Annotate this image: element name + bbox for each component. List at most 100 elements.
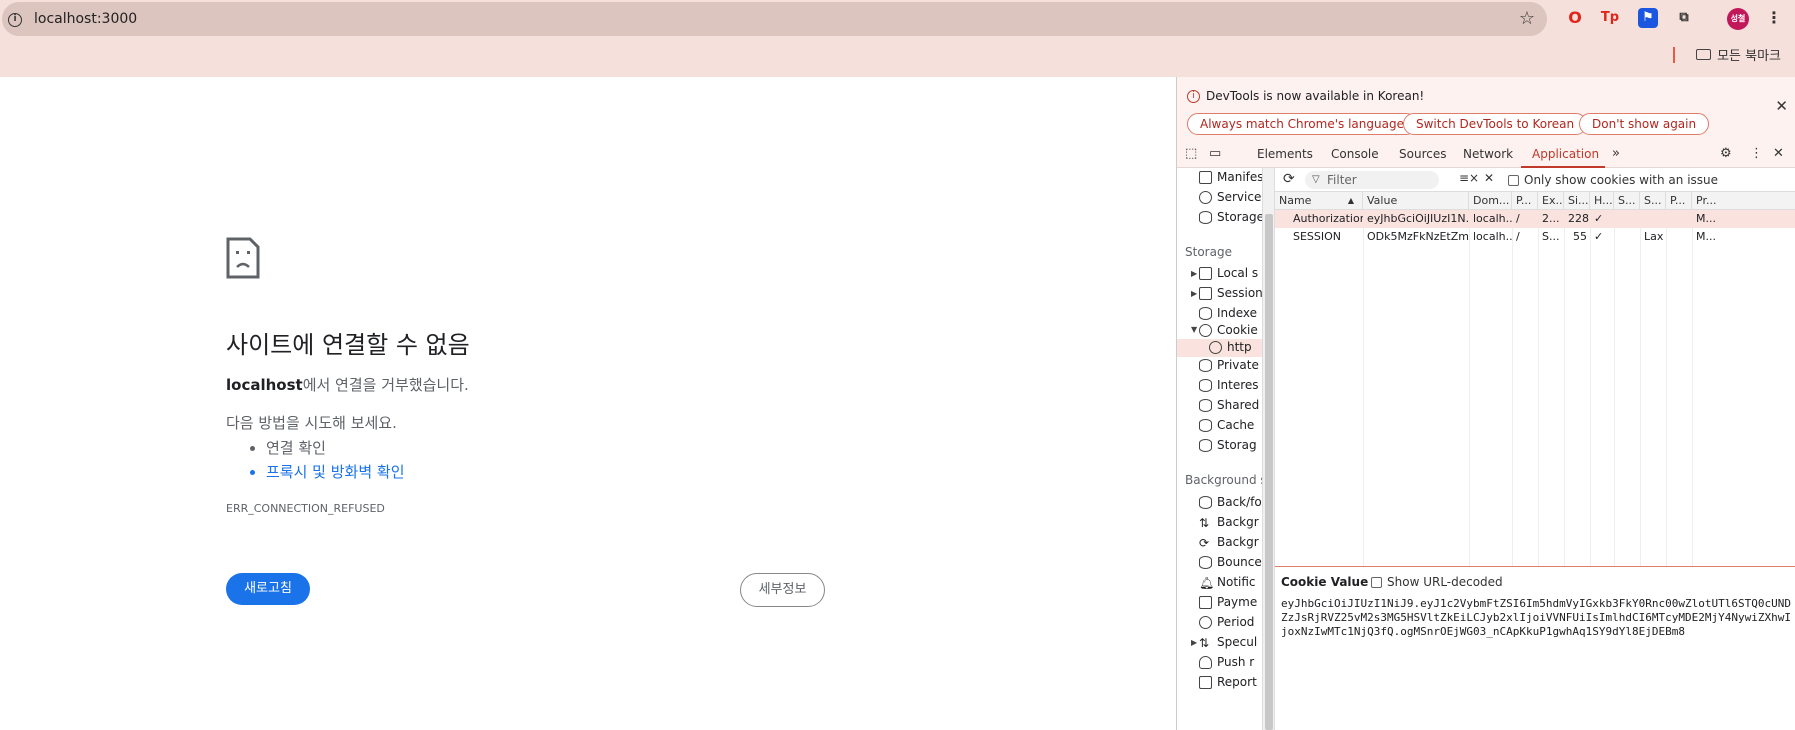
details-button[interactable]: 세부정보 bbox=[740, 573, 825, 607]
cookie-value-text[interactable]: eyJhbGciOiJIUzI1NiJ9.eyJ1c2VybmFtZSI6Im5… bbox=[1281, 597, 1791, 639]
sidebar-item-background-sync[interactable]: ⟳ Backgr bbox=[1199, 535, 1259, 550]
clear-filtered-icon[interactable]: ≡× bbox=[1459, 171, 1479, 185]
suggestion-check-proxy-link[interactable]: 프록시 및 방화벽 확인 bbox=[266, 460, 405, 484]
cell-secure bbox=[1614, 210, 1640, 228]
flag-extension-icon[interactable]: ⚑ bbox=[1638, 8, 1658, 28]
sidebar-item-speculative-loads[interactable]: ⇅ Specul bbox=[1199, 635, 1257, 650]
grid-divider bbox=[1469, 210, 1470, 566]
scrollbar-thumb[interactable] bbox=[1265, 214, 1273, 730]
cell-size: 55 bbox=[1573, 230, 1587, 243]
cookies-toolbar: ⟳ ▽ Filter ≡× ✕ Only show cookies with a… bbox=[1275, 168, 1795, 192]
sidebar-item-session-storage[interactable]: Session bbox=[1199, 286, 1262, 300]
filter-input[interactable]: ▽ Filter bbox=[1305, 171, 1439, 189]
sidebar-item-bounce-tracking[interactable]: Bounce bbox=[1199, 555, 1262, 569]
cell-priority: M... bbox=[1696, 230, 1716, 243]
devtools-menu-icon[interactable]: ⋮ bbox=[1750, 146, 1763, 161]
background-services-heading: Background s bbox=[1185, 473, 1263, 487]
more-tabs-icon[interactable]: » bbox=[1612, 146, 1620, 161]
sidebar-item-periodic-sync[interactable]: Period bbox=[1199, 615, 1254, 629]
sidebar-item-interest-groups[interactable]: Interes bbox=[1199, 378, 1259, 392]
cell-expires: S... bbox=[1542, 230, 1560, 243]
table-row[interactable]: SESSION ODk5MzFkNzEtZm... localh... / S.… bbox=[1275, 228, 1795, 246]
error-page bbox=[0, 77, 1176, 730]
inspect-element-icon[interactable]: ⬚ bbox=[1185, 146, 1197, 161]
expand-arrow-icon[interactable]: ▶ bbox=[1191, 289, 1197, 298]
close-notice-icon[interactable]: ✕ bbox=[1775, 97, 1788, 115]
sidebar-item-private-state[interactable]: Private bbox=[1199, 358, 1259, 372]
device-toolbar-icon[interactable]: ▭ bbox=[1209, 146, 1221, 161]
suggestion-list: 연결 확인 프록시 및 방화벽 확인 bbox=[266, 436, 405, 484]
match-language-button[interactable]: Always match Chrome's language bbox=[1187, 113, 1417, 135]
col-name[interactable]: Name ▲ bbox=[1275, 192, 1363, 209]
sidebar-item-payment-handler[interactable]: Payme bbox=[1199, 595, 1257, 609]
sidebar-item-service-workers[interactable]: Service bbox=[1199, 190, 1261, 204]
sidebar-item-cookie-origin[interactable]: http bbox=[1209, 340, 1252, 354]
checkbox-box[interactable] bbox=[1508, 174, 1519, 186]
cell-path: / bbox=[1516, 212, 1520, 225]
col-secure[interactable]: S... bbox=[1614, 192, 1640, 209]
collapse-arrow-icon[interactable]: ▼ bbox=[1191, 325, 1197, 334]
col-path[interactable]: P... bbox=[1512, 192, 1538, 209]
tab-application[interactable]: Application bbox=[1532, 147, 1599, 161]
sidebar-item-storage-buckets[interactable]: Storag bbox=[1199, 438, 1257, 452]
sidebar-item-cookies[interactable]: Cookie bbox=[1199, 323, 1258, 337]
expand-arrow-icon[interactable]: ▶ bbox=[1191, 269, 1197, 278]
storage-heading: Storage bbox=[1185, 245, 1232, 259]
sidebar-item-manifest[interactable]: Manifest bbox=[1199, 170, 1262, 184]
checkbox-box[interactable] bbox=[1371, 576, 1382, 588]
sidebar-item-local-storage[interactable]: Local s bbox=[1199, 266, 1258, 280]
tab-console[interactable]: Console bbox=[1331, 147, 1379, 161]
sidebar-scrollbar[interactable] bbox=[1263, 168, 1275, 730]
col-expires[interactable]: Ex... bbox=[1538, 192, 1564, 209]
language-notice: i DevTools is now available in Korean! A… bbox=[1177, 77, 1795, 140]
grid-divider bbox=[1512, 210, 1513, 566]
close-devtools-icon[interactable]: ✕ bbox=[1773, 146, 1784, 161]
url-text[interactable]: localhost:3000 bbox=[34, 11, 137, 27]
col-httponly[interactable]: H... bbox=[1590, 192, 1614, 209]
dont-show-button[interactable]: Don't show again bbox=[1579, 113, 1710, 135]
bookmark-star-icon[interactable]: ☆ bbox=[1519, 8, 1535, 29]
col-size[interactable]: Si... bbox=[1564, 192, 1590, 209]
all-bookmarks-button[interactable]: 모든 북마크 bbox=[1696, 45, 1781, 64]
profile-avatar[interactable]: 성철 bbox=[1727, 8, 1749, 30]
col-partition[interactable]: P... bbox=[1666, 192, 1692, 209]
browser-menu-icon[interactable]: ⋮ bbox=[1764, 8, 1784, 28]
sidebar-item-shared-storage[interactable]: Shared bbox=[1199, 398, 1259, 412]
opera-extension-icon[interactable]: O bbox=[1565, 8, 1585, 28]
try-heading: 다음 방법을 시도해 보세요. bbox=[226, 414, 397, 432]
extensions-puzzle-icon[interactable]: ⧉ bbox=[1674, 8, 1694, 28]
col-samesite[interactable]: S... bbox=[1640, 192, 1666, 209]
site-info-icon[interactable]: i bbox=[8, 13, 22, 27]
col-value[interactable]: Value bbox=[1363, 192, 1469, 209]
only-issue-checkbox[interactable]: Only show cookies with an issue bbox=[1508, 173, 1718, 187]
sidebar-item-storage-top[interactable]: Storage bbox=[1199, 210, 1262, 224]
cookie-icon bbox=[1209, 340, 1222, 354]
cell-expires: 2... bbox=[1542, 212, 1560, 225]
cookie-value-label: Cookie Value bbox=[1281, 575, 1369, 589]
delete-selected-icon[interactable]: ✕ bbox=[1484, 171, 1494, 185]
tp-extension-icon[interactable]: Tp bbox=[1600, 8, 1620, 28]
sidebar-item-background-fetch[interactable]: ⇅ Backgr bbox=[1199, 515, 1259, 530]
tab-network[interactable]: Network bbox=[1463, 147, 1513, 161]
sidebar-item-indexeddb[interactable]: Indexe bbox=[1199, 306, 1257, 320]
sidebar-item-reporting-api[interactable]: Report bbox=[1199, 675, 1257, 689]
show-url-decoded-checkbox[interactable]: Show URL-decoded bbox=[1371, 575, 1503, 589]
switch-korean-button[interactable]: Switch DevTools to Korean bbox=[1403, 113, 1588, 135]
sidebar-item-back-forward-cache[interactable]: Back/fo bbox=[1199, 495, 1262, 509]
settings-gear-icon[interactable]: ⚙ bbox=[1720, 146, 1732, 161]
col-domain[interactable]: Dom... bbox=[1469, 192, 1512, 209]
devtools-tab-bar: ⬚ ▭ Elements Console Sources Network App… bbox=[1177, 140, 1795, 168]
col-priority[interactable]: Pr... bbox=[1692, 192, 1795, 209]
arrows-updown-icon: ⇅ bbox=[1199, 515, 1210, 530]
table-row[interactable]: Authorization eyJhbGciOiJIUzI1N... local… bbox=[1275, 210, 1795, 228]
sidebar-item-notifications[interactable]: 🔔︎ Notific bbox=[1199, 575, 1256, 590]
address-bar[interactable]: i localhost:3000 ☆ bbox=[2, 2, 1547, 36]
error-host: localhost bbox=[226, 376, 303, 394]
sidebar-item-cache[interactable]: Cache bbox=[1199, 418, 1254, 432]
tab-sources[interactable]: Sources bbox=[1399, 147, 1446, 161]
sidebar-item-push-messaging[interactable]: Push r bbox=[1199, 655, 1254, 669]
expand-arrow-icon[interactable]: ▶ bbox=[1191, 638, 1197, 647]
refresh-icon[interactable]: ⟳ bbox=[1283, 171, 1295, 187]
reload-button[interactable]: 새로고침 bbox=[226, 573, 310, 605]
tab-elements[interactable]: Elements bbox=[1257, 147, 1313, 161]
